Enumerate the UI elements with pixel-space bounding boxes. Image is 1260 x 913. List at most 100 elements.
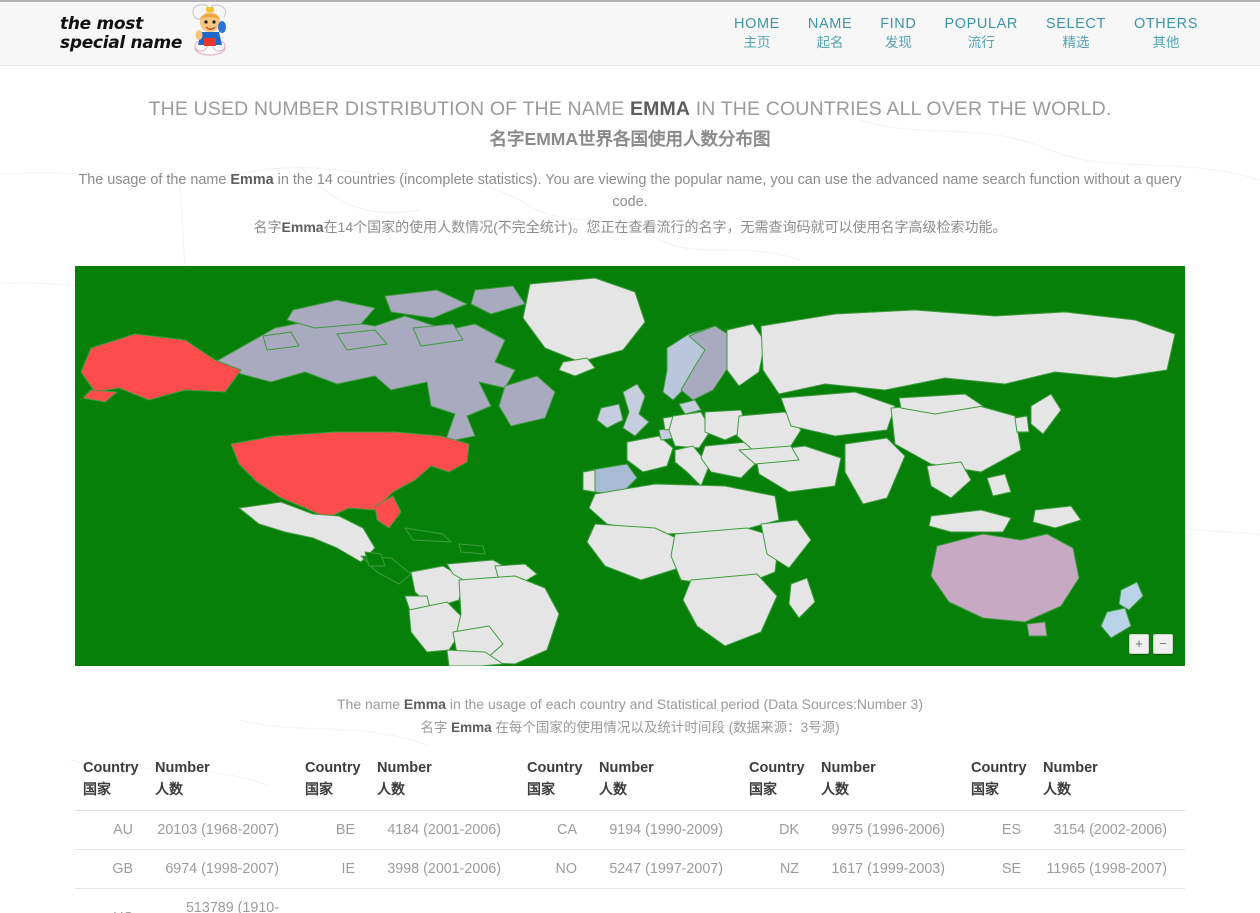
header-number-1: Number 人数 — [147, 752, 297, 811]
cap-name: Emma — [403, 696, 446, 712]
cell-number: 5247 (1997-2007) — [591, 849, 741, 889]
cell-country: CA — [519, 810, 591, 850]
cap-post: in the usage of each country and Statist… — [445, 696, 923, 712]
site-logo[interactable]: the most special name — [60, 3, 236, 64]
header-number-en: Number — [377, 760, 432, 776]
page-title-zh: 名字EMMA世界各国使用人数分布图 — [489, 129, 771, 149]
header-number-5: Number 人数 — [1035, 752, 1185, 811]
cell-country: SE — [963, 849, 1035, 889]
page-content: THE USED NUMBER DISTRIBUTION OF THE NAME… — [0, 96, 1260, 913]
nav-item-popular[interactable]: POPULAR 流行 — [930, 15, 1032, 52]
cell-number: 11965 (1998-2007) — [1035, 849, 1185, 889]
site-header: the most special name HOME 主页 NAME 起名 FI… — [0, 0, 1260, 66]
desc-name: Emma — [230, 172, 274, 188]
nav-item-select[interactable]: SELECT 精选 — [1032, 15, 1120, 52]
header-number-4: Number 人数 — [813, 752, 963, 811]
header-country-2: Country 国家 — [297, 752, 369, 811]
cell-number: 9194 (1990-2009) — [591, 810, 741, 850]
header-country-zh: 国家 — [971, 781, 999, 797]
header-number-zh: 人数 — [599, 781, 627, 797]
header-number-en: Number — [155, 760, 210, 776]
header-country-en: Country — [83, 760, 139, 776]
country-tasmania[interactable] — [1026, 621, 1048, 637]
cell-country: US — [75, 888, 147, 913]
header-country-en: Country — [305, 760, 361, 776]
table-header-row: Country 国家 Number 人数 Country 国家 Number 人数 Co… — [75, 752, 1185, 811]
table-row: US 513789 (1910-2014) — [75, 888, 1185, 913]
cell-empty — [963, 889, 1035, 913]
country-usage-table: Country 国家 Number 人数 Country 国家 Number 人数 Co… — [75, 752, 1185, 913]
map-zoom-in-button[interactable]: + — [1129, 634, 1149, 654]
map-zoom-controls[interactable]: + − — [1129, 634, 1173, 654]
cell-empty — [591, 889, 741, 913]
cell-empty — [519, 889, 591, 913]
header-country-1: Country 国家 — [75, 752, 147, 811]
cell-country: DK — [741, 810, 813, 850]
mascot-girl-icon — [192, 3, 227, 56]
table-caption-zh: 名字 Emma 在每个国家的使用情况以及统计时间段 (数据来源：3号源) — [75, 717, 1185, 738]
header-number-2: Number 人数 — [369, 752, 519, 811]
cap-zh-post: 在每个国家的使用情况以及统计时间段 (数据来源：3号源) — [491, 720, 840, 735]
header-number-en: Number — [599, 760, 654, 776]
map-canvas[interactable] — [75, 266, 1185, 666]
country-hispaniola[interactable] — [458, 543, 486, 555]
table-row: GB 6974 (1998-2007) IE 3998 (2001-2006) … — [75, 849, 1185, 889]
nav-label-zh: 流行 — [967, 35, 995, 50]
page-root: the most special name HOME 主页 NAME 起名 FI… — [0, 0, 1260, 913]
country-korea[interactable] — [1014, 415, 1030, 433]
nav-item-others[interactable]: OTHERS 其他 — [1120, 15, 1212, 52]
page-title-post: IN THE COUNTRIES ALL OVER THE WORLD. — [690, 98, 1112, 120]
header-country-5: Country 国家 — [963, 752, 1035, 811]
nav-label-zh: 精选 — [1062, 35, 1090, 50]
nav-item-home[interactable]: HOME 主页 — [720, 15, 794, 52]
cell-empty — [297, 889, 369, 913]
nav-label-en: FIND — [880, 16, 917, 32]
header-country-zh: 国家 — [83, 781, 111, 797]
header-country-zh: 国家 — [527, 781, 555, 797]
header-number-zh: 人数 — [1043, 781, 1071, 797]
header-number-en: Number — [1043, 760, 1098, 776]
cell-number: 20103 (1968-2007) — [147, 810, 297, 850]
country-portugal[interactable] — [582, 469, 596, 493]
nav-item-name[interactable]: NAME 起名 — [794, 15, 866, 52]
cell-country: AU — [75, 810, 147, 850]
cell-empty — [813, 889, 963, 913]
nav-label-zh: 发现 — [884, 35, 912, 50]
cell-number: 9975 (1996-2006) — [813, 810, 963, 850]
cell-number: 513789 (1910-2014) — [147, 888, 297, 913]
cell-empty — [1035, 889, 1185, 913]
cell-country: ES — [963, 810, 1035, 850]
desc-zh-post: 在14个国家的使用人数情况(不完全统计)。您正在查看流行的名字，无需查询码就可以… — [323, 219, 1007, 235]
logo-wordmark: the most special name — [60, 13, 183, 53]
cell-country: GB — [75, 849, 147, 889]
header-number-zh: 人数 — [377, 781, 405, 797]
nav-item-find[interactable]: FIND 发现 — [866, 15, 930, 52]
header-country-en: Country — [749, 760, 805, 776]
cell-empty — [741, 889, 813, 913]
cell-empty — [369, 889, 519, 913]
header-country-zh: 国家 — [305, 781, 333, 797]
header-country-en: Country — [971, 760, 1027, 776]
world-distribution-map[interactable]: + − — [75, 266, 1185, 666]
desc-pre: The usage of the name — [78, 172, 231, 188]
desc-zh-pre: 名字 — [253, 219, 282, 235]
map-zoom-out-button[interactable]: − — [1153, 634, 1173, 654]
header-country-4: Country 国家 — [741, 752, 813, 811]
nav-label-en: HOME — [734, 16, 780, 32]
cell-country: NZ — [741, 849, 813, 889]
table-caption-en: The name Emma in the usage of each count… — [75, 694, 1185, 715]
header-number-zh: 人数 — [821, 781, 849, 797]
header-country-3: Country 国家 — [519, 752, 591, 811]
cell-number: 3154 (2002-2006) — [1035, 810, 1185, 850]
page-description-zh: 名字Emma在14个国家的使用人数情况(不完全统计)。您正在查看流行的名字，无需… — [75, 216, 1185, 238]
header-number-en: Number — [821, 760, 876, 776]
cell-number: 3998 (2001-2006) — [369, 849, 519, 889]
cap-pre: The name — [336, 696, 404, 712]
cell-country: NO — [519, 849, 591, 889]
desc-zh-name: Emma — [281, 219, 324, 235]
header-country-en: Country — [527, 760, 583, 776]
desc-post: in the 14 countries (incomplete statisti… — [273, 172, 1182, 210]
nav-label-zh: 主页 — [743, 35, 771, 50]
page-description-en: The usage of the name Emma in the 14 cou… — [75, 169, 1185, 213]
header-number-zh: 人数 — [155, 781, 183, 797]
